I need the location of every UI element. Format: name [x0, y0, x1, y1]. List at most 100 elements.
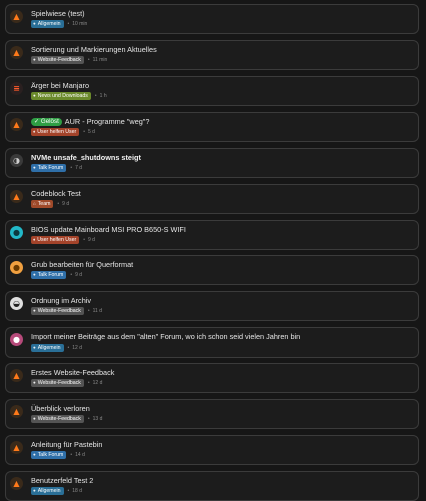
topic-title-text[interactable]: Anleitung für Pastebin — [31, 440, 102, 449]
topic-card[interactable]: ▲ Codeblock Test ⌂ Team • 9 d — [5, 184, 419, 214]
topic-meta: ● Website-Feedback • 13 d — [31, 414, 102, 423]
category-badge[interactable]: ● Website-Feedback — [31, 378, 84, 387]
topic-title-text[interactable]: Erstes Website-Feedback — [31, 368, 114, 377]
category-badge[interactable]: ♦ User helfen User — [31, 127, 80, 136]
topic-age: 7 d — [75, 164, 83, 171]
topic-title-text[interactable]: BIOS update Mainboard MSI PRO B650-S WIF… — [31, 225, 186, 234]
topic-title[interactable]: Ordnung im Archiv — [31, 296, 412, 306]
topic-title-text[interactable]: Überblick verloren — [31, 404, 90, 413]
topic-meta: ♦ User helfen User • 5 d — [31, 127, 95, 136]
category-badge[interactable]: ● Talk Forum — [31, 163, 67, 172]
fox-icon[interactable]: ▲ — [10, 441, 23, 454]
topic-card[interactable]: ▲ Sortierung und Markierungen Aktuelles ● W… — [5, 40, 419, 70]
topic-card[interactable]: ▲ ✓ Gelöst AUR - Programme "weg"? ♦ User hel… — [5, 112, 419, 142]
category-badge[interactable]: ● Allgemein — [31, 343, 64, 352]
topic-title-text[interactable]: Spielwiese (test) — [31, 9, 85, 18]
category-badge[interactable]: ♦ User helfen User — [31, 235, 80, 244]
topic-title-text[interactable]: Sortierung und Markierungen Aktuelles — [31, 45, 157, 54]
topic-card[interactable]: ≡ Ärger bei Manjaro ● News und Downloads • 1 … — [5, 76, 419, 106]
category-label: Website-Feedback — [37, 415, 81, 422]
topic-title[interactable]: Benutzerfeld Test 2 — [31, 476, 412, 486]
category-badge[interactable]: ● Allgemein — [31, 486, 64, 495]
topic-title[interactable]: Grub bearbeiten für Querformat — [31, 260, 412, 270]
topic-card[interactable]: ▲ Spielwiese (test) ● Allgemein • 10 min — [5, 4, 419, 34]
fox-icon[interactable]: ▲ — [10, 369, 23, 382]
topic-title[interactable]: ✓ Gelöst AUR - Programme "weg"? — [31, 117, 412, 127]
pink-avatar-icon[interactable]: ● — [10, 333, 23, 346]
topic-title[interactable]: BIOS update Mainboard MSI PRO B650-S WIF… — [31, 225, 412, 235]
topic-title-text[interactable]: Grub bearbeiten für Querformat — [31, 260, 133, 269]
topic-title-text[interactable]: Import meiner Beiträge aus dem "alten" F… — [31, 332, 300, 341]
separator-dot: • — [70, 164, 73, 171]
separator-dot: • — [57, 200, 60, 207]
category-badge[interactable]: ● News und Downloads — [31, 91, 91, 100]
topic-title[interactable]: Ärger bei Manjaro — [31, 81, 412, 91]
fox-icon[interactable]: ▲ — [10, 118, 23, 131]
topic-title[interactable]: Spielwiese (test) — [31, 9, 412, 19]
topic-age: 18 d — [72, 487, 82, 494]
category-badge[interactable]: ● Website-Feedback — [31, 306, 84, 315]
orange-avatar-icon[interactable]: ● — [10, 261, 23, 274]
topic-title[interactable]: Codeblock Test — [31, 189, 412, 199]
topic-meta: ⌂ Team • 9 d — [31, 199, 69, 208]
topic-title[interactable]: NVMe unsafe_shutdowns steigt — [31, 153, 412, 163]
topic-title[interactable]: Sortierung und Markierungen Aktuelles — [31, 45, 412, 55]
globe-icon[interactable]: ◑ — [10, 154, 23, 167]
topic-meta: ● Talk Forum • 9 d — [31, 270, 82, 279]
topic-title-text[interactable]: Codeblock Test — [31, 189, 81, 198]
topic-card[interactable]: ● Grub bearbeiten für Querformat ● Talk For… — [5, 255, 419, 285]
topic-list: ▲ Spielwiese (test) ● Allgemein • 10 min ▲ Sort… — [0, 0, 426, 501]
category-badge[interactable]: ● Website-Feedback — [31, 55, 84, 64]
category-label: News und Downloads — [37, 92, 88, 99]
topic-card[interactable]: ▲ Benutzerfeld Test 2 ● Allgemein • 18 d — [5, 471, 419, 501]
topic-age: 11 min — [92, 56, 108, 63]
topic-meta: ♦ User helfen User • 9 d — [31, 235, 95, 244]
category-badge[interactable]: ● Talk Forum — [31, 450, 67, 459]
topic-title-text[interactable]: AUR - Programme "weg"? — [65, 117, 150, 126]
topic-card[interactable]: ▲ Anleitung für Pastebin ● Talk Forum • 14 d — [5, 435, 419, 465]
topic-card[interactable]: ● Import meiner Beiträge aus dem "alten" … — [5, 327, 419, 358]
category-label: Website-Feedback — [37, 379, 81, 386]
topic-title-text[interactable]: Ordnung im Archiv — [31, 296, 91, 305]
topic-title-text[interactable]: Ärger bei Manjaro — [31, 81, 89, 90]
fox-icon[interactable]: ▲ — [10, 190, 23, 203]
category-dot-icon: ● — [33, 379, 36, 385]
topic-card[interactable]: ▲ Überblick verloren ● Website-Feedback • 13 … — [5, 399, 419, 429]
topic-meta: ● Talk Forum • 14 d — [31, 450, 85, 459]
separator-dot: • — [87, 415, 90, 422]
category-badge[interactable]: ⌂ Team — [31, 199, 54, 208]
teal-avatar-icon[interactable]: ● — [10, 226, 23, 239]
category-label: Allgemein — [37, 20, 61, 27]
fox-icon[interactable]: ▲ — [10, 46, 23, 59]
category-badge[interactable]: ● Talk Forum — [31, 270, 67, 279]
category-label: Website-Feedback — [37, 307, 81, 314]
topic-meta: ● Talk Forum • 7 d — [31, 163, 82, 172]
category-dot-icon: ● — [33, 271, 36, 277]
topic-card[interactable]: ◑ NVMe unsafe_shutdowns steigt ● Talk Forum… — [5, 148, 419, 178]
separator-dot: • — [67, 487, 70, 494]
category-badge[interactable]: ● Allgemein — [31, 19, 64, 28]
topic-title-text[interactable]: Benutzerfeld Test 2 — [31, 476, 93, 485]
topic-card[interactable]: ◒ Ordnung im Archiv ● Website-Feedback • 11 d — [5, 291, 419, 321]
stack-icon[interactable]: ≡ — [10, 82, 23, 95]
topic-title[interactable]: Überblick verloren — [31, 404, 412, 414]
topic-title-text[interactable]: NVMe unsafe_shutdowns steigt — [31, 153, 141, 162]
topic-title[interactable]: Import meiner Beiträge aus dem "alten" F… — [31, 332, 412, 342]
topic-card[interactable]: ▲ Erstes Website-Feedback ● Website-Feedbac… — [5, 363, 419, 393]
topic-age: 9 d — [87, 236, 95, 243]
category-dot-icon: ● — [33, 56, 36, 62]
topic-card[interactable]: ● BIOS update Mainboard MSI PRO B650-S WI… — [5, 220, 419, 250]
fox-icon[interactable]: ▲ — [10, 10, 23, 23]
topic-age: 12 d — [92, 379, 103, 386]
category-dot-icon: ♦ — [33, 128, 36, 134]
category-label: Talk Forum — [37, 271, 64, 278]
category-dot-icon: ♦ — [33, 236, 36, 242]
fox-icon[interactable]: ▲ — [10, 405, 23, 418]
topic-title[interactable]: Erstes Website-Feedback — [31, 368, 412, 378]
bw-avatar-icon[interactable]: ◒ — [10, 297, 23, 310]
topic-title[interactable]: Anleitung für Pastebin — [31, 440, 412, 450]
topic-meta: ● Allgemein • 12 d — [31, 343, 82, 352]
fox-icon[interactable]: ▲ — [10, 477, 23, 490]
category-badge[interactable]: ● Website-Feedback — [31, 414, 84, 423]
topic-meta: ● News und Downloads • 1 h — [31, 91, 107, 100]
